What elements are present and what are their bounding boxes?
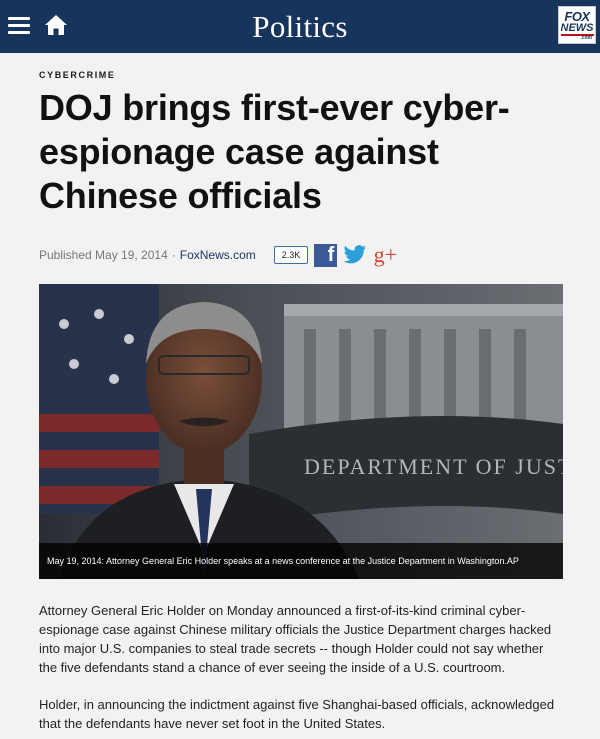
byline-separator: · <box>171 248 176 262</box>
fox-news-logo[interactable]: FOX NEWS .com <box>558 6 596 44</box>
hamburger-menu-icon[interactable] <box>8 13 30 39</box>
photo-caption: May 19, 2014: Attorney General Eric Hold… <box>39 543 563 579</box>
top-navigation-bar: Politics FOX NEWS .com <box>0 0 600 53</box>
home-icon[interactable] <box>44 14 68 36</box>
article-paragraph: Attorney General Eric Holder on Monday a… <box>39 603 552 675</box>
twitter-icon[interactable] <box>343 243 367 267</box>
logo-text-com: .com <box>580 34 592 41</box>
article-paragraph: Holder, in announcing the indictment aga… <box>39 697 555 731</box>
google-plus-icon[interactable]: g+ <box>373 242 397 267</box>
published-date: Published May 19, 2014 <box>39 248 168 262</box>
article-byline: Published May 19, 2014 · FoxNews.com 2.3… <box>39 242 562 268</box>
article-photo[interactable]: DEPARTMENT OF JUSTICE May 19, 2014: Atto… <box>39 284 563 579</box>
article-headline: DOJ brings first-ever cyber-espionage ca… <box>39 87 510 216</box>
section-title: Politics <box>252 8 348 44</box>
logo-text-news: NEWS <box>560 21 594 36</box>
article-category[interactable]: CYBERCRIME <box>39 70 562 80</box>
photo-illustration: DEPARTMENT OF JUSTICE <box>39 284 563 579</box>
share-count-badge[interactable]: 2.3K <box>273 246 309 264</box>
photo-sign-text: DEPARTMENT OF JUSTICE <box>304 454 563 479</box>
facebook-icon[interactable]: f <box>314 243 338 267</box>
logo-text-fox: FOX <box>564 8 590 24</box>
source-link[interactable]: FoxNews.com <box>180 248 256 262</box>
article-content: CYBERCRIME DOJ brings first-ever cyber-e… <box>0 70 600 733</box>
